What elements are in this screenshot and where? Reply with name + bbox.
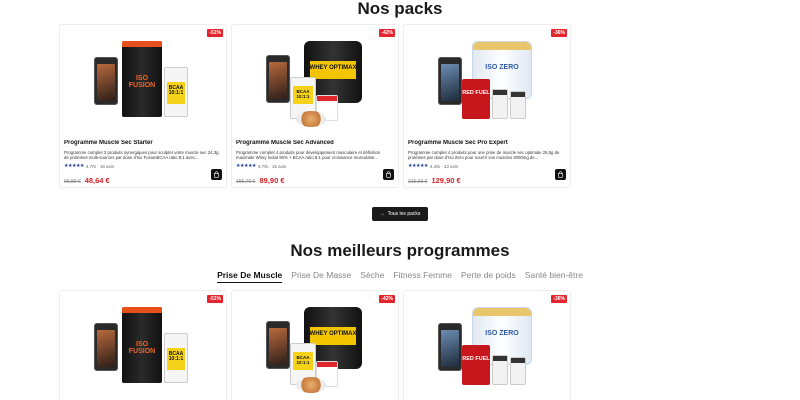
product-name[interactable]: Programme Muscle Sec Pro Expert <box>408 140 566 147</box>
product-image[interactable]: ISO ZERO RED FUEL <box>432 297 544 397</box>
product-image[interactable]: ISO FUSION BCAA 10:1:1 <box>88 297 200 397</box>
old-price: 155,70 € <box>236 179 256 185</box>
discount-badge: -42% <box>379 29 395 37</box>
food-plate-image <box>296 111 326 127</box>
tab-prise-de-muscle[interactable]: Prise De Muscle <box>217 268 283 283</box>
phone-image <box>266 55 290 103</box>
discount-badge: -51% <box>207 29 223 37</box>
bcaa-bottle: BCAA 10:1:1 <box>164 333 188 383</box>
iso-fusion-tub: ISO FUSION <box>122 307 162 383</box>
phone-image <box>94 323 118 371</box>
price-block: 155,70 € 89,90 € <box>236 176 285 185</box>
supplement-bottle <box>492 355 508 385</box>
stars-icon: ★★★★★ <box>64 163 84 169</box>
packs-title: Nos packs <box>357 0 443 18</box>
stars-icon: ★★★★★ <box>408 163 428 169</box>
product-rating: ★★★★★ 4,7/5 · 15 avis <box>64 163 115 170</box>
rating-text: 4,7/5 · 15 avis <box>85 164 115 169</box>
current-price: 129,90 € <box>431 176 461 185</box>
product-name[interactable]: Programme Muscle Sec Advanced <box>236 140 394 147</box>
price-block: 99,80 € 48,64 € <box>64 176 110 185</box>
old-price: 99,80 € <box>64 179 81 185</box>
discount-badge: -36% <box>551 29 567 37</box>
tab-seche[interactable]: Sèche <box>360 268 384 283</box>
phone-image <box>266 321 290 369</box>
shopping-bag-icon <box>558 171 563 178</box>
product-card[interactable]: -42% WHEY OPTIMAX BCAA 10:1:1 <box>231 290 399 400</box>
red-fuel-tub: RED FUEL <box>462 345 490 385</box>
product-card[interactable]: -36% ISO ZERO RED FUEL <box>403 290 571 400</box>
current-price: 89,90 € <box>259 176 285 185</box>
shopping-bag-icon <box>386 171 391 178</box>
rating-text: 4,7/5 · 15 avis <box>257 164 287 169</box>
add-to-cart-button[interactable] <box>383 169 394 180</box>
product-image[interactable]: WHEY OPTIMAX BCAA 10:1:1 <box>260 297 372 397</box>
programs-title: Nos meilleurs programmes <box>290 241 510 260</box>
product-card[interactable]: -36% ISO ZERO RED FUEL Programme Muscle … <box>403 24 571 188</box>
arrow-right-icon: → <box>379 211 385 217</box>
supplement-bottle <box>510 357 526 385</box>
stars-icon: ★★★★★ <box>236 163 256 169</box>
tab-sante-bien-etre[interactable]: Santé bien-être <box>525 268 583 283</box>
product-rating: ★★★★★ 4,7/5 · 15 avis <box>236 163 287 170</box>
all-packs-label: Tous les packs <box>387 211 421 217</box>
old-price: 216,60 € <box>408 179 428 185</box>
tab-prise-de-masse[interactable]: Prise De Masse <box>291 268 351 283</box>
iso-fusion-tub: ISO FUSION <box>122 41 162 117</box>
rating-text: 4,4/5 · 13 avis <box>429 164 459 169</box>
product-card[interactable]: -42% WHEY OPTIMAX BCAA 10:1:1 Programme … <box>231 24 399 188</box>
current-price: 48,64 € <box>84 176 110 185</box>
supplement-bottle <box>510 91 526 119</box>
red-fuel-tub: RED FUEL <box>462 79 490 119</box>
product-description: Programme complet 4 produits pour dévelo… <box>236 150 381 161</box>
add-to-cart-button[interactable] <box>555 169 566 180</box>
product-name[interactable]: Programme Muscle Sec Starter <box>64 140 222 147</box>
tab-fitness-femme[interactable]: Fitness Femme <box>393 268 452 283</box>
add-to-cart-button[interactable] <box>211 169 222 180</box>
product-card[interactable]: -51% ISO FUSION BCAA 10:1:1 Programme Mu… <box>59 24 227 188</box>
product-description: Programme complet 4 produits pour une pr… <box>408 150 560 161</box>
tab-perte-de-poids[interactable]: Perte de poids <box>461 268 516 283</box>
product-description: Programme complet 3 produits synergiques… <box>64 150 219 161</box>
phone-image <box>438 323 462 371</box>
product-image[interactable]: ISO ZERO RED FUEL <box>432 31 544 131</box>
discount-badge: -42% <box>379 295 395 303</box>
product-rating: ★★★★★ 4,4/5 · 13 avis <box>408 163 459 170</box>
product-card[interactable]: -51% ISO FUSION BCAA 10:1:1 <box>59 290 227 400</box>
supplement-bottle <box>492 89 508 119</box>
program-tabs: Prise De Muscle Prise De Masse Sèche Fit… <box>0 268 800 283</box>
price-block: 216,60 € 129,90 € <box>408 176 461 185</box>
phone-image <box>94 57 118 105</box>
discount-badge: -36% <box>551 295 567 303</box>
all-packs-button[interactable]: → Tous les packs <box>372 207 428 221</box>
product-image[interactable]: ISO FUSION BCAA 10:1:1 <box>88 31 200 131</box>
bcaa-bottle: BCAA 10:1:1 <box>164 67 188 117</box>
food-plate-image <box>296 377 326 393</box>
discount-badge: -51% <box>207 295 223 303</box>
product-image[interactable]: WHEY OPTIMAX BCAA 10:1:1 <box>260 31 372 131</box>
phone-image <box>438 57 462 105</box>
shopping-bag-icon <box>214 171 219 178</box>
